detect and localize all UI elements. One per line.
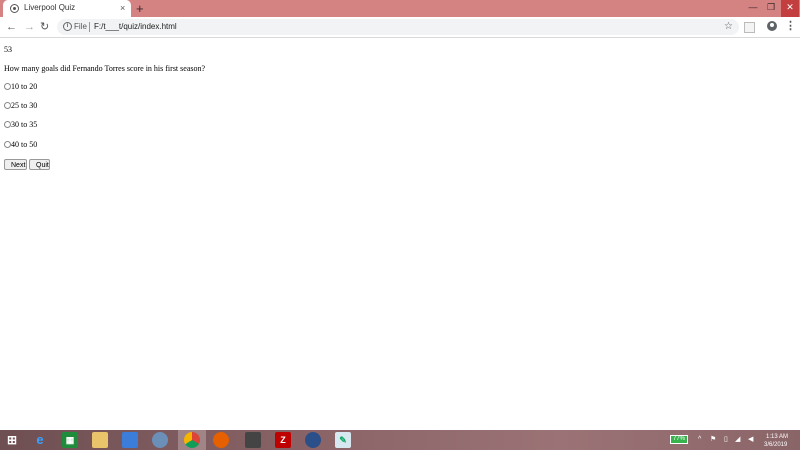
tab-title: Liverpool Quiz xyxy=(24,3,76,12)
new-tab-button[interactable]: + xyxy=(136,0,144,17)
flag-icon[interactable]: ⚑ xyxy=(710,435,716,444)
browser-tab[interactable]: Liverpool Quiz × xyxy=(3,0,131,17)
filezilla-icon[interactable]: Z xyxy=(275,432,291,448)
windows-start-icon[interactable]: ⊞ xyxy=(4,432,20,448)
profile-icon[interactable] xyxy=(767,21,777,31)
globe-icon xyxy=(10,4,19,13)
menu-icon[interactable]: ⋮ xyxy=(785,19,796,33)
store-icon[interactable]: ▦ xyxy=(62,432,78,448)
firefox-icon[interactable] xyxy=(213,432,229,448)
file-explorer-icon[interactable] xyxy=(92,432,108,448)
wifi-icon[interactable]: ◢ xyxy=(735,435,740,444)
radio-button[interactable] xyxy=(4,121,11,128)
notepad-icon[interactable]: ✎ xyxy=(335,432,351,448)
chevron-up-icon[interactable]: ^ xyxy=(698,435,701,444)
option-1[interactable]: 10 to 20 xyxy=(4,82,37,92)
info-icon[interactable]: i xyxy=(63,22,72,31)
radio-button[interactable] xyxy=(4,102,11,109)
app-icon[interactable] xyxy=(245,432,261,448)
settings-icon[interactable] xyxy=(305,432,321,448)
browser-toolbar: ← → ↻ i File F:/t___t/quiz/index.html ☆ xyxy=(0,17,800,38)
option-4[interactable]: 40 to 50 xyxy=(4,140,37,150)
clock-date[interactable]: 3/6/2019 xyxy=(764,441,787,449)
option-3[interactable]: 30 to 35 xyxy=(4,120,37,130)
clock-time[interactable]: 1:13 AM xyxy=(766,433,788,441)
option-2[interactable]: 25 to 30 xyxy=(4,101,37,111)
minimize-button[interactable]: — xyxy=(744,0,762,17)
next-button[interactable]: Next xyxy=(4,159,27,170)
tab-close-icon[interactable]: × xyxy=(120,2,125,14)
usb-icon[interactable]: ▯ xyxy=(724,435,728,444)
url-scheme-label: File xyxy=(74,22,87,31)
back-button[interactable]: ← xyxy=(6,19,17,35)
option-label: 40 to 50 xyxy=(11,140,38,149)
option-label: 30 to 35 xyxy=(11,120,38,129)
radio-button[interactable] xyxy=(4,141,11,148)
close-window-button[interactable]: ✕ xyxy=(781,0,799,17)
reload-button[interactable]: ↻ xyxy=(40,19,49,35)
question-text: How many goals did Fernando Torres score… xyxy=(4,64,206,73)
maximize-button[interactable]: ❐ xyxy=(762,0,780,17)
quit-button[interactable]: Quit xyxy=(29,159,50,170)
internet-explorer-icon[interactable]: e xyxy=(32,432,48,448)
score-text: 53 xyxy=(4,45,12,54)
radio-button[interactable] xyxy=(4,83,11,90)
bookmark-star-icon[interactable]: ☆ xyxy=(724,20,733,34)
address-separator xyxy=(89,22,90,32)
title-bar: Liverpool Quiz × + — ❐ ✕ xyxy=(0,0,800,17)
battery-icon[interactable]: 77% xyxy=(670,435,688,444)
option-label: 25 to 30 xyxy=(11,101,38,110)
url-text[interactable]: F:/t___t/quiz/index.html xyxy=(94,21,177,33)
forward-button[interactable]: → xyxy=(24,19,35,35)
address-bar[interactable]: i File F:/t___t/quiz/index.html ☆ xyxy=(57,19,739,35)
option-label: 10 to 20 xyxy=(11,82,38,91)
volume-icon[interactable]: ◀ xyxy=(748,435,753,444)
network-icon[interactable] xyxy=(152,432,168,448)
chrome-icon[interactable] xyxy=(184,432,200,448)
extension-icon[interactable] xyxy=(744,22,755,33)
remote-desktop-icon[interactable] xyxy=(122,432,138,448)
